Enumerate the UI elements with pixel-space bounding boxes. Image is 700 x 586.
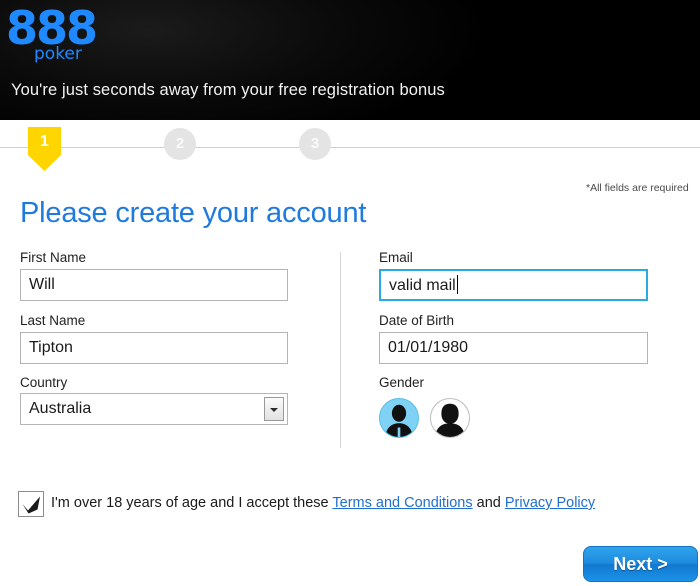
- step-3-badge[interactable]: 3: [299, 128, 331, 160]
- email-input-value: valid mail: [389, 277, 456, 294]
- next-button[interactable]: Next >: [583, 546, 698, 582]
- step-2-badge[interactable]: 2: [164, 128, 196, 160]
- terms-and-conditions-link[interactable]: Terms and Conditions: [332, 495, 472, 511]
- step-2-number: 2: [175, 135, 185, 152]
- step-connector-line: [0, 147, 700, 148]
- gender-label: Gender: [379, 375, 425, 390]
- male-avatar-icon: [385, 404, 413, 437]
- logo-poker-text: poker: [34, 44, 82, 64]
- step-1-badge[interactable]: 1: [28, 127, 61, 171]
- consent-text-middle: and: [472, 495, 505, 511]
- email-label: Email: [379, 250, 413, 265]
- date-of-birth-label: Date of Birth: [379, 313, 455, 328]
- text-caret: [456, 275, 458, 294]
- column-divider: [340, 252, 341, 448]
- last-name-label: Last Name: [20, 313, 86, 328]
- first-name-input[interactable]: Will: [20, 269, 288, 301]
- page-title: Please create your account: [20, 197, 367, 229]
- chevron-down-icon[interactable]: [264, 397, 284, 421]
- header-tagline: You're just seconds away from your free …: [11, 81, 445, 99]
- brand-logo[interactable]: 888 poker: [6, 4, 98, 70]
- email-input[interactable]: valid mail: [379, 269, 648, 301]
- gender-option-female[interactable]: [430, 398, 470, 438]
- female-avatar-icon: [434, 403, 466, 437]
- consent-text: I'm over 18 years of age and I accept th…: [51, 495, 595, 511]
- step-indicator: 1 2 3: [0, 120, 700, 178]
- step-3-number: 3: [310, 135, 320, 152]
- country-label: Country: [20, 375, 68, 390]
- country-select-value: Australia: [29, 400, 92, 417]
- country-select[interactable]: Australia: [20, 393, 288, 425]
- date-of-birth-input[interactable]: 01/01/1980: [379, 332, 648, 364]
- site-header: 888 poker You're just seconds away from …: [0, 0, 700, 120]
- step-1-number: 1: [40, 133, 49, 150]
- age-consent-checkbox[interactable]: [18, 491, 44, 517]
- privacy-policy-link[interactable]: Privacy Policy: [505, 495, 595, 511]
- consent-text-before: I'm over 18 years of age and I accept th…: [51, 495, 333, 511]
- gender-option-male[interactable]: [379, 398, 419, 438]
- required-fields-note: *All fields are required: [586, 182, 689, 194]
- first-name-label: First Name: [20, 250, 87, 265]
- checkmark-icon: [22, 496, 40, 514]
- last-name-input[interactable]: Tipton: [20, 332, 288, 364]
